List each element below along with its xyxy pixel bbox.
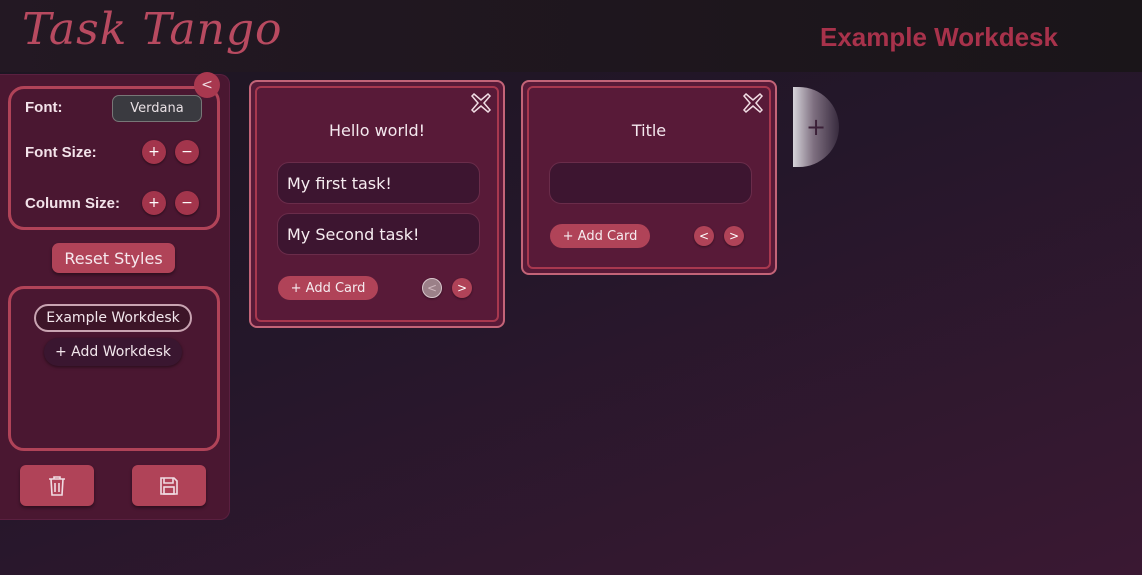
- task-card[interactable]: My first task!: [277, 162, 480, 204]
- font-label: Font:: [25, 99, 63, 116]
- app-logo: Task Tango: [22, 4, 283, 55]
- column-size-decrease-button[interactable]: −: [175, 191, 199, 215]
- reset-styles-button[interactable]: Reset Styles: [52, 243, 175, 273]
- column-title[interactable]: Title: [523, 121, 775, 140]
- close-column-icon[interactable]: [470, 92, 492, 114]
- font-size-decrease-button[interactable]: −: [175, 140, 199, 164]
- trash-icon: [49, 475, 65, 496]
- move-column-right-button[interactable]: >: [724, 226, 744, 246]
- move-column-right-button[interactable]: >: [452, 278, 472, 298]
- column-1: Hello world! My first task! My Second ta…: [249, 80, 505, 328]
- move-column-left-button[interactable]: <: [422, 278, 442, 298]
- column-size-increase-button[interactable]: +: [142, 191, 166, 215]
- workdesk-item[interactable]: Example Workdesk: [34, 304, 192, 332]
- move-column-left-button[interactable]: <: [694, 226, 714, 246]
- add-column-button[interactable]: +: [793, 87, 839, 167]
- column-2: Title + Add Card < >: [521, 80, 777, 275]
- close-column-icon[interactable]: [742, 92, 764, 114]
- collapse-sidebar-button[interactable]: <: [194, 72, 220, 98]
- delete-workdesk-button[interactable]: [20, 465, 94, 506]
- header: Task Tango Example Workdesk: [0, 0, 1142, 72]
- task-card[interactable]: [549, 162, 752, 204]
- save-workdesk-button[interactable]: [132, 465, 206, 506]
- column-size-label: Column Size:: [25, 195, 121, 212]
- workdesk-title: Example Workdesk: [820, 22, 1058, 52]
- task-card[interactable]: My Second task!: [277, 213, 480, 255]
- font-size-label: Font Size:: [25, 144, 97, 161]
- add-card-button[interactable]: + Add Card: [550, 224, 650, 248]
- add-workdesk-button[interactable]: + Add Workdesk: [44, 338, 182, 366]
- floppy-icon: [160, 476, 178, 495]
- add-card-button[interactable]: + Add Card: [278, 276, 378, 300]
- column-title[interactable]: Hello world!: [251, 121, 503, 140]
- font-select[interactable]: Verdana: [112, 95, 202, 122]
- font-size-increase-button[interactable]: +: [142, 140, 166, 164]
